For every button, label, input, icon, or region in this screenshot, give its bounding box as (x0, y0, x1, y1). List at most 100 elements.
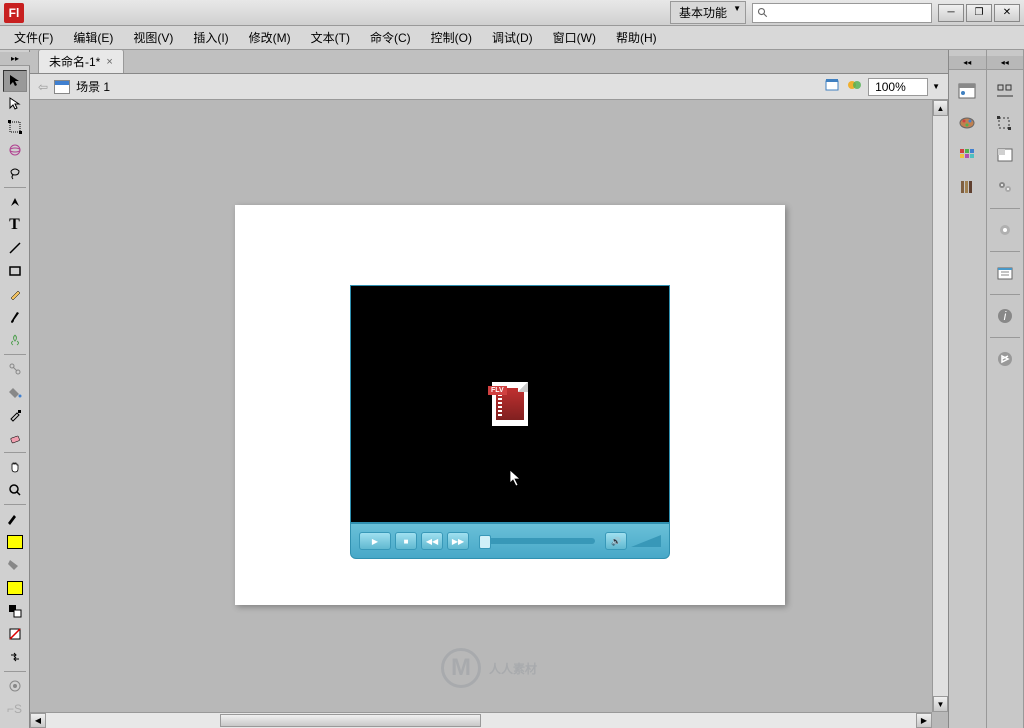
watermark-text: 人人素材 (489, 660, 537, 677)
stroke-color[interactable] (3, 508, 27, 530)
actions-panel-icon[interactable] (993, 348, 1017, 370)
minimize-button[interactable]: ─ (938, 4, 964, 22)
fill-color[interactable] (3, 554, 27, 576)
eraser-tool[interactable] (3, 427, 27, 449)
scroll-track[interactable] (46, 713, 916, 728)
tab-close-icon[interactable]: × (106, 56, 112, 68)
free-transform-tool[interactable] (3, 116, 27, 138)
edit-symbols-icon[interactable] (846, 77, 864, 96)
text-tool[interactable]: T (3, 214, 27, 236)
align-panel-icon[interactable] (993, 80, 1017, 102)
fill-swatch[interactable] (3, 577, 27, 599)
black-white-swap[interactable] (3, 600, 27, 622)
canvas-viewport[interactable]: FLV ▶ ■ ◀◀ ▶▶ 🔊 (30, 100, 948, 728)
library-panel-icon[interactable] (955, 176, 979, 198)
pencil-tool[interactable] (3, 283, 27, 305)
forward-button[interactable]: ▶▶ (447, 532, 469, 550)
pen-tool[interactable] (3, 191, 27, 213)
menu-help[interactable]: 帮助(H) (608, 26, 665, 49)
lasso-tool[interactable] (3, 162, 27, 184)
bone-tool[interactable] (3, 358, 27, 380)
subselection-tool[interactable] (3, 93, 27, 115)
panel-separator (990, 208, 1020, 209)
motion-presets-icon[interactable] (993, 219, 1017, 241)
menu-modify[interactable]: 修改(M) (241, 26, 299, 49)
vertical-scrollbar[interactable]: ▲ ▼ (932, 100, 948, 712)
help-panel-icon[interactable]: i (993, 305, 1017, 327)
menu-control[interactable]: 控制(O) (423, 26, 480, 49)
3d-rotation-tool[interactable] (3, 139, 27, 161)
line-tool[interactable] (3, 237, 27, 259)
hand-tool[interactable] (3, 456, 27, 478)
video-skin-controls: ▶ ■ ◀◀ ▶▶ 🔊 (350, 523, 670, 559)
titlebar: Fl 基本功能 ─ ❐ ✕ (0, 0, 1024, 26)
smooth-option[interactable]: ⌐S (3, 698, 27, 720)
selection-tool[interactable] (3, 70, 27, 92)
menu-window[interactable]: 窗口(W) (545, 26, 604, 49)
swatches-panel-icon[interactable] (955, 144, 979, 166)
toolbar-collapse[interactable]: ▸▸ (0, 52, 30, 66)
edit-scene-icon[interactable] (824, 77, 842, 96)
flv-playback-component[interactable]: FLV ▶ ■ ◀◀ ▶▶ 🔊 (350, 285, 670, 559)
scroll-down-button[interactable]: ▼ (933, 696, 948, 712)
rewind-button[interactable]: ◀◀ (421, 532, 443, 550)
stroke-swatch[interactable] (3, 531, 27, 553)
menu-commands[interactable]: 命令(C) (362, 26, 419, 49)
svg-text:i: i (1003, 309, 1006, 323)
menu-text[interactable]: 文本(T) (303, 26, 358, 49)
horizontal-scrollbar[interactable]: ◀ ▶ (30, 712, 932, 728)
menu-edit[interactable]: 编辑(E) (65, 26, 121, 49)
back-arrow-icon[interactable]: ⇦ (38, 80, 48, 94)
menu-debug[interactable]: 调试(D) (484, 26, 541, 49)
menu-file[interactable]: 文件(F) (6, 26, 61, 49)
close-button[interactable]: ✕ (994, 4, 1020, 22)
scroll-up-button[interactable]: ▲ (933, 100, 948, 116)
brush-tool[interactable] (3, 306, 27, 328)
mute-button[interactable]: 🔊 (605, 532, 627, 550)
titlebar-right-group: 基本功能 ─ ❐ ✕ (670, 1, 1020, 24)
deco-tool[interactable] (3, 329, 27, 351)
scene-label[interactable]: 场景 1 (76, 78, 110, 95)
window-controls: ─ ❐ ✕ (938, 4, 1020, 22)
no-color[interactable] (3, 623, 27, 645)
panel-column-2: ◂◂ i (987, 50, 1024, 728)
search-input[interactable] (773, 7, 927, 19)
menu-insert[interactable]: 插入(I) (185, 26, 236, 49)
info-panel-icon[interactable] (993, 144, 1017, 166)
panel-collapse-1[interactable]: ◂◂ (949, 56, 986, 70)
tab-title: 未命名-1* (49, 53, 100, 70)
rectangle-tool[interactable] (3, 260, 27, 282)
document-tab[interactable]: 未命名-1* × (38, 49, 124, 73)
scroll-right-button[interactable]: ▶ (916, 713, 932, 728)
panel-column-1: ◂◂ (949, 50, 987, 728)
move-cursor-icon (509, 469, 531, 494)
zoom-tool[interactable] (3, 479, 27, 501)
panel-separator (990, 337, 1020, 338)
seek-bar[interactable] (479, 538, 595, 544)
panel-separator (990, 294, 1020, 295)
watermark: M 人人素材 (441, 648, 537, 688)
play-button[interactable]: ▶ (359, 532, 391, 550)
paint-bucket-tool[interactable] (3, 381, 27, 403)
snap-option[interactable] (3, 675, 27, 697)
volume-bar[interactable] (631, 535, 661, 547)
menu-view[interactable]: 视图(V) (125, 26, 181, 49)
scroll-left-button[interactable]: ◀ (30, 713, 46, 728)
color-panel-icon[interactable] (955, 112, 979, 134)
project-panel-icon[interactable] (993, 262, 1017, 284)
panel-collapse-2[interactable]: ◂◂ (987, 56, 1024, 70)
zoom-input[interactable]: 100% (868, 78, 928, 96)
eyedropper-tool[interactable] (3, 404, 27, 426)
stop-button[interactable]: ■ (395, 532, 417, 550)
properties-panel-icon[interactable] (955, 80, 979, 102)
stage[interactable]: FLV ▶ ■ ◀◀ ▶▶ 🔊 (235, 205, 785, 605)
tool-separator (4, 452, 26, 453)
transform-panel-icon[interactable] (993, 112, 1017, 134)
swap-colors[interactable] (3, 646, 27, 668)
workspace-dropdown[interactable]: 基本功能 (670, 1, 746, 24)
restore-button[interactable]: ❐ (966, 4, 992, 22)
zoom-dropdown-icon[interactable]: ▼ (932, 82, 940, 91)
scroll-thumb[interactable] (220, 714, 481, 727)
components-panel-icon[interactable] (993, 176, 1017, 198)
search-box[interactable] (752, 3, 932, 23)
